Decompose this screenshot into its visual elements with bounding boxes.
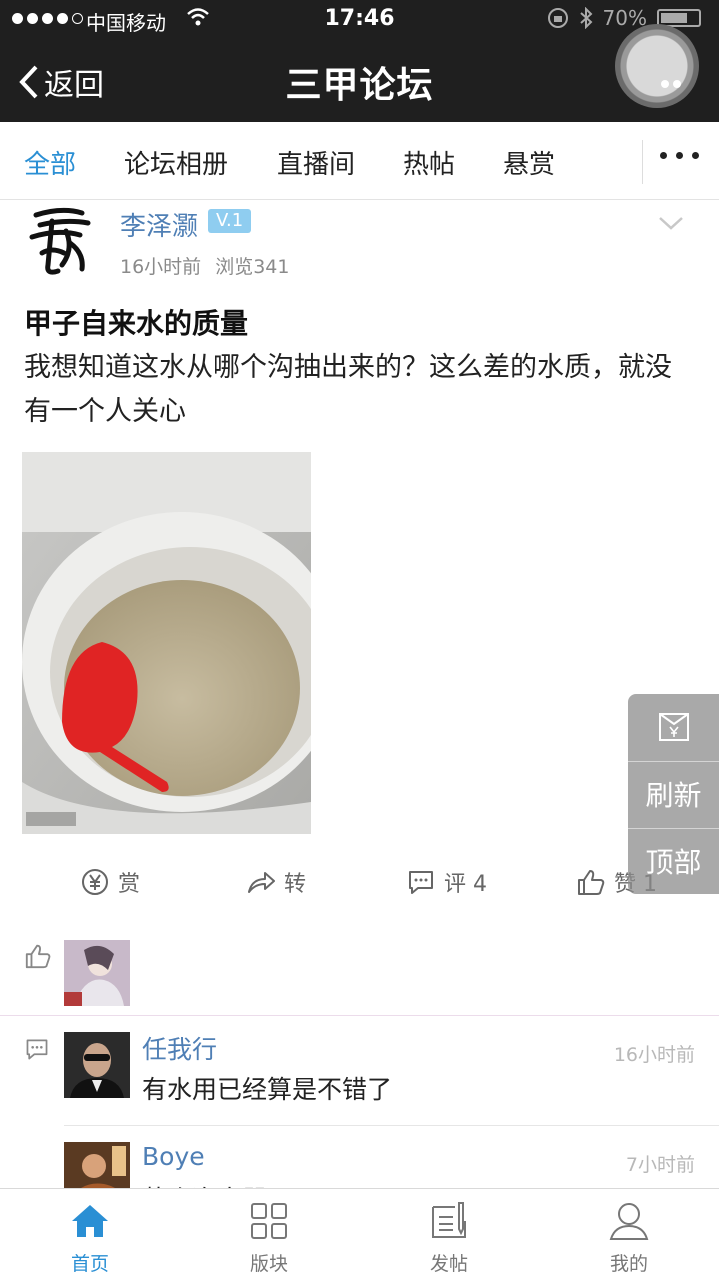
red-envelope-button[interactable] bbox=[628, 694, 719, 760]
commenter-avatar[interactable] bbox=[64, 1032, 130, 1098]
share-arrow-icon bbox=[248, 872, 275, 893]
forward-button[interactable]: 转 bbox=[246, 866, 306, 898]
post-photo[interactable] bbox=[22, 452, 311, 834]
bluetooth-icon bbox=[579, 7, 592, 29]
status-bar: 中国移动 17:46 70% bbox=[0, 0, 719, 40]
liker-avatar[interactable] bbox=[64, 940, 130, 1006]
author-name[interactable]: 李泽灏 bbox=[120, 206, 198, 243]
yen-circle-icon bbox=[82, 869, 108, 895]
post-meta: 16小时前 浏览341 bbox=[120, 252, 289, 279]
rotation-lock-icon bbox=[547, 8, 568, 28]
thumbs-up-icon bbox=[25, 944, 51, 969]
post-body: 我想知道这水从哪个沟抽出来的？这么差的水质，就没有一个人关心 bbox=[24, 352, 672, 427]
bottom-tab-bar: 首页 版块 发帖 我的 bbox=[0, 1188, 719, 1280]
tab-live[interactable]: 直播间 bbox=[277, 144, 355, 181]
page-title: 三甲论坛 bbox=[285, 65, 434, 106]
view-count: 浏览341 bbox=[215, 256, 290, 278]
compose-icon bbox=[432, 1202, 466, 1238]
comment-text: 装个净水器 bbox=[142, 1180, 267, 1188]
tab-divider bbox=[642, 140, 643, 184]
chevron-down-icon[interactable] bbox=[657, 214, 685, 232]
envelope-yen-icon bbox=[658, 713, 689, 741]
comment-bubble-icon bbox=[409, 871, 433, 894]
comment-time: 16小时前 bbox=[613, 1044, 695, 1066]
user-icon bbox=[609, 1203, 649, 1240]
comment-count: 评 4 bbox=[444, 872, 487, 897]
side-float-panel: 刷新 顶部 bbox=[628, 694, 719, 894]
home-icon bbox=[72, 1205, 108, 1237]
level-badge: V.1 bbox=[208, 209, 252, 233]
tabbar-post-label: 发帖 bbox=[429, 1253, 468, 1275]
tabbar-home[interactable]: 首页 bbox=[30, 1189, 150, 1280]
tab-bounty[interactable]: 悬赏 bbox=[503, 144, 555, 181]
reward-label: 赏 bbox=[118, 872, 141, 897]
reward-button[interactable]: 赏 bbox=[80, 866, 140, 898]
tab-hot[interactable]: 热帖 bbox=[403, 144, 455, 181]
tabbar-me-label: 我的 bbox=[609, 1253, 648, 1275]
post-title: 甲子自来水的质量 bbox=[24, 307, 249, 340]
more-icon[interactable] bbox=[660, 152, 699, 159]
comment-text: 有水用已经算是不错了 bbox=[142, 1075, 393, 1104]
comment-item: 任我行 16小时前 有水用已经算是不错了 bbox=[0, 1016, 719, 1126]
post-actions: 赏 转 评 4 赞 1 bbox=[0, 860, 719, 904]
refresh-button[interactable]: 刷新 bbox=[628, 761, 719, 827]
commenter-name[interactable]: 任我行 bbox=[142, 1030, 217, 1066]
tabbar-sections-label: 版块 bbox=[249, 1253, 288, 1275]
tabbar-me[interactable]: 我的 bbox=[569, 1189, 689, 1280]
comment-item: Boye 7小时前 装个净水器 bbox=[0, 1126, 719, 1188]
tabbar-post[interactable]: 发帖 bbox=[389, 1189, 509, 1280]
tabbar-sections[interactable]: 版块 bbox=[209, 1189, 329, 1280]
comment-bubble-icon bbox=[26, 1039, 48, 1060]
comment-button[interactable]: 评 4 bbox=[406, 866, 487, 898]
author-avatar[interactable] bbox=[22, 203, 98, 279]
tab-album[interactable]: 论坛相册 bbox=[124, 144, 228, 181]
post-time: 16小时前 bbox=[120, 256, 202, 278]
grid-icon bbox=[251, 1203, 287, 1239]
commenter-name[interactable]: Boye bbox=[142, 1142, 205, 1171]
tab-all[interactable]: 全部 bbox=[24, 144, 76, 181]
assistive-touch-button[interactable] bbox=[615, 24, 699, 108]
commenter-avatar[interactable] bbox=[64, 1142, 130, 1188]
thumbs-up-icon bbox=[578, 870, 605, 895]
top-bar: 中国移动 17:46 70% 返回 三甲论坛 bbox=[0, 0, 719, 122]
likers-row bbox=[0, 930, 719, 1016]
category-tabs: 全部 论坛相册 直播间 热帖 悬赏 bbox=[0, 122, 719, 200]
forward-label: 转 bbox=[284, 872, 307, 897]
nav-bar: 返回 三甲论坛 bbox=[0, 40, 719, 122]
back-to-top-button[interactable]: 顶部 bbox=[628, 828, 719, 894]
comment-time: 7小时前 bbox=[625, 1154, 695, 1176]
tabbar-home-label: 首页 bbox=[70, 1253, 109, 1275]
